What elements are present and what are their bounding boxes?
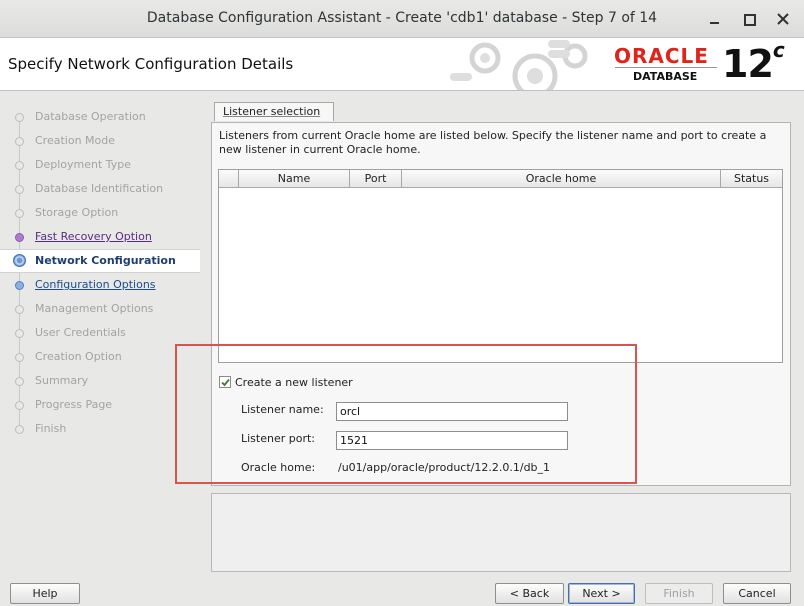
version-logo: 12c [722,38,785,86]
steps-nav: Database Operation Creation Mode Deploym… [0,91,200,571]
column-header-status[interactable]: Status [721,170,782,188]
step-dot-icon [15,353,24,362]
nav-item-label: Fast Recovery Option [35,230,152,243]
nav-item-label: User Credentials [35,326,126,339]
nav-item-summary: Summary [0,370,200,392]
nav-item-configuration-options[interactable]: Configuration Options [0,274,200,296]
nav-item-finish: Finish [0,418,200,440]
nav-item-database-operation: Database Operation [0,106,200,128]
oracle-logo: ORACLE [614,44,709,68]
minimize-icon[interactable] [705,9,725,29]
tab-label: Listener selection [223,105,321,118]
nav-item-fast-recovery-option[interactable]: Fast Recovery Option [0,226,200,248]
column-header-oracle-home[interactable]: Oracle home [402,170,721,188]
back-button[interactable]: < Back [495,583,564,604]
nav-item-label: Configuration Options [35,278,156,291]
nav-item-network-configuration[interactable]: Network Configuration [0,249,200,273]
current-step-icon [13,254,26,267]
logo-divider [615,67,717,68]
help-button[interactable]: Help [10,583,80,604]
step-dot-icon [15,401,24,410]
step-dot-icon [15,137,24,146]
nav-item-label: Creation Mode [35,134,116,147]
nav-item-creation-mode: Creation Mode [0,130,200,152]
nav-item-label: Progress Page [35,398,113,411]
step-dot-icon [15,161,24,170]
nav-item-label: Network Configuration [35,254,176,267]
nav-item-creation-option: Creation Option [0,346,200,368]
gears-icon [450,40,588,90]
step-dot-icon [15,185,24,194]
listeners-table[interactable]: Name Port Oracle home Status [218,169,783,363]
finish-button[interactable]: Finish [645,583,713,604]
page-header: Specify Network Configuration Details OR… [0,38,804,91]
product-name: DATABASE [633,70,698,83]
column-header-select[interactable] [219,170,239,188]
step-dot-icon [15,209,24,218]
cancel-button[interactable]: Cancel [723,583,791,604]
close-icon[interactable] [773,9,793,29]
window-titlebar[interactable]: Database Configuration Assistant - Creat… [0,0,804,38]
version-suffix: c [772,38,785,63]
page-title: Specify Network Configuration Details [8,55,294,73]
nav-item-label: Finish [35,422,67,435]
nav-item-deployment-type: Deployment Type [0,154,200,176]
nav-item-label: Creation Option [35,350,122,363]
step-dot-icon [15,233,24,242]
nav-item-label: Storage Option [35,206,119,219]
nav-item-progress-page: Progress Page [0,394,200,416]
column-header-name[interactable]: Name [239,170,350,188]
nav-item-label: Management Options [35,302,154,315]
step-dot-icon [15,425,24,434]
window-title: Database Configuration Assistant - Creat… [146,10,658,26]
nav-item-management-options: Management Options [0,298,200,320]
step-dot-icon [15,377,24,386]
intro-text: Listeners from current Oracle home are l… [219,129,767,156]
nav-item-label: Database Identification [35,182,164,195]
step-dot-icon [15,305,24,314]
next-button[interactable]: Next > [568,583,635,604]
table-header: Name Port Oracle home Status [219,170,782,188]
tab-listener-selection[interactable]: Listener selection [214,102,334,121]
nav-item-storage-option: Storage Option [0,202,200,224]
step-dot-icon [15,113,24,122]
nav-item-user-credentials: User Credentials [0,322,200,344]
step-dot-icon [15,281,24,290]
column-header-port[interactable]: Port [350,170,402,188]
highlight-annotation [175,344,637,484]
version-number: 12 [722,42,774,86]
nav-item-database-identification: Database Identification [0,178,200,200]
nav-item-label: Summary [35,374,89,387]
message-panel [211,493,791,572]
nav-item-label: Database Operation [35,110,146,123]
nav-item-label: Deployment Type [35,158,132,171]
step-dot-icon [15,329,24,338]
maximize-icon[interactable] [739,9,759,29]
